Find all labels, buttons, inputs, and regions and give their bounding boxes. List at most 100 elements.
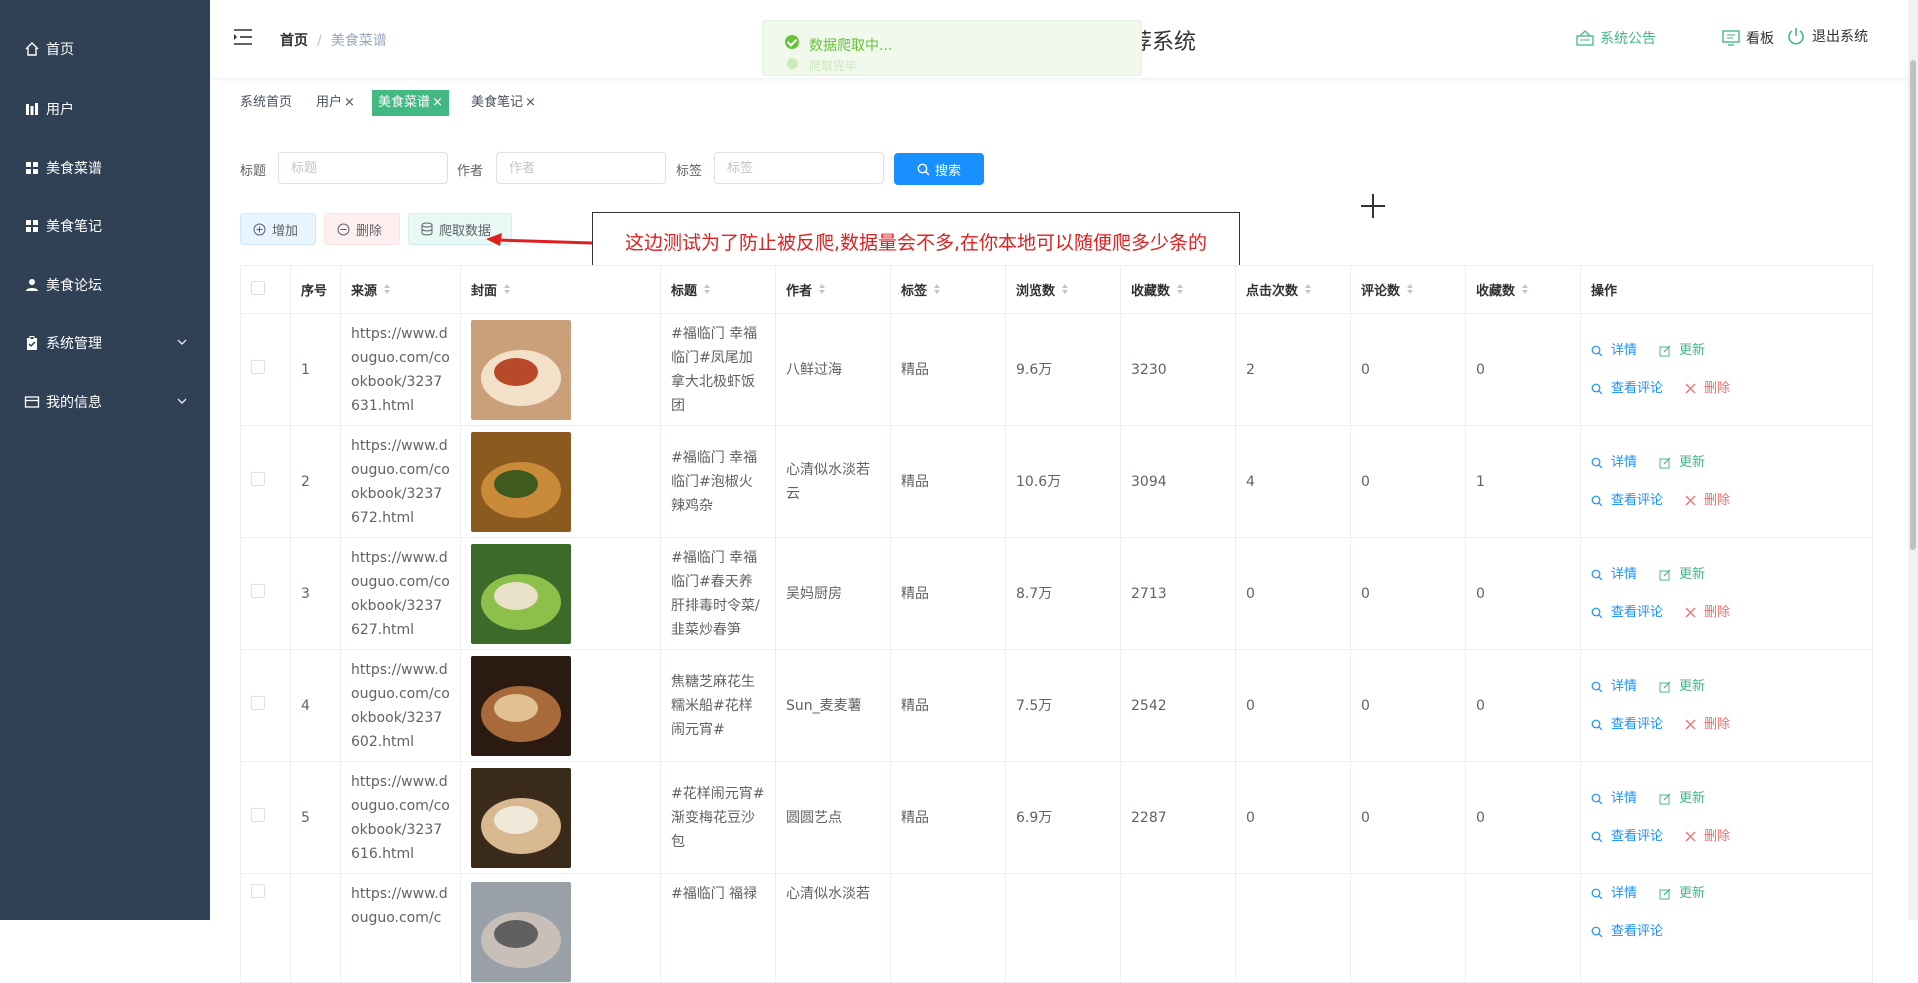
- header-tag[interactable]: 标签: [890, 265, 1006, 314]
- title-cell: #福临门 幸福临门#凤尾加拿大北极虾饭团: [660, 313, 776, 426]
- sidebar-item-system[interactable]: 系统管理: [0, 320, 210, 366]
- toast-ghost-message: 爬取完毕: [809, 59, 858, 73]
- header-author[interactable]: 作者: [775, 265, 891, 314]
- close-icon[interactable]: ×: [344, 95, 355, 110]
- sort-icon[interactable]: [1406, 283, 1414, 299]
- sort-icon[interactable]: [383, 283, 391, 299]
- header-favorites[interactable]: 收藏数: [1120, 265, 1236, 314]
- notice-button[interactable]: 系统公告: [1576, 28, 1656, 48]
- view-comments-button[interactable]: 查看评论: [1591, 601, 1663, 625]
- sidebar-item-forum[interactable]: 美食论坛: [0, 262, 210, 308]
- add-button[interactable]: 增加: [240, 213, 316, 245]
- page-scrollbar[interactable]: [1908, 0, 1918, 920]
- header-cover[interactable]: 封面: [460, 265, 661, 314]
- sort-icon[interactable]: [1061, 283, 1069, 299]
- close-icon[interactable]: ×: [432, 95, 443, 110]
- header-label: 评论数: [1361, 283, 1401, 299]
- row-checkbox[interactable]: [251, 471, 265, 486]
- header-title[interactable]: 标题: [660, 265, 776, 314]
- row-checkbox[interactable]: [251, 695, 265, 710]
- ops-cell: 详情 更新查看评论 删除: [1580, 313, 1873, 426]
- title-filter-label: 标题: [240, 164, 267, 179]
- update-label: 更新: [1679, 886, 1706, 901]
- sort-icon[interactable]: [1176, 283, 1184, 299]
- header-comments[interactable]: 评论数: [1350, 265, 1466, 314]
- menu-fold-icon[interactable]: [232, 28, 254, 46]
- cover-image[interactable]: [471, 431, 571, 532]
- breadcrumb-home[interactable]: 首页: [280, 33, 308, 49]
- tag-recipes[interactable]: 美食菜谱 ×: [372, 90, 449, 116]
- tag-input[interactable]: [714, 152, 884, 184]
- notice-label: 系统公告: [1600, 31, 1656, 47]
- detail-button[interactable]: 详情: [1591, 451, 1637, 475]
- logout-button[interactable]: 退出系统: [1786, 26, 1868, 46]
- header-label: 操作: [1591, 284, 1618, 299]
- cover-cell: [460, 761, 661, 874]
- remove-button[interactable]: 删除: [1685, 825, 1730, 849]
- update-button[interactable]: 更新: [1659, 451, 1705, 475]
- sort-icon[interactable]: [1304, 283, 1312, 299]
- detail-button[interactable]: 详情: [1591, 882, 1637, 906]
- tag-cell: 精品: [890, 313, 1006, 426]
- sidebar-item-home[interactable]: 首页: [0, 26, 210, 72]
- detail-button[interactable]: 详情: [1591, 563, 1637, 587]
- sort-icon[interactable]: [1521, 283, 1529, 299]
- sidebar-item-users[interactable]: 用户: [0, 86, 210, 132]
- sort-icon[interactable]: [818, 283, 826, 299]
- row-checkbox[interactable]: [251, 884, 265, 898]
- search-button[interactable]: 搜索: [894, 153, 984, 185]
- cover-image[interactable]: [471, 655, 571, 756]
- remove-button[interactable]: 删除: [1685, 601, 1730, 625]
- view-comments-button[interactable]: 查看评论: [1591, 489, 1663, 513]
- select-all-checkbox[interactable]: [251, 280, 265, 295]
- board-button[interactable]: 看板: [1722, 28, 1774, 48]
- view-comments-button[interactable]: 查看评论: [1591, 920, 1663, 944]
- favorites-cell: 2542: [1120, 649, 1236, 762]
- update-button[interactable]: 更新: [1659, 882, 1705, 906]
- update-button[interactable]: 更新: [1659, 675, 1705, 699]
- view-comments-button[interactable]: 查看评论: [1591, 825, 1663, 849]
- scrollbar-thumb[interactable]: [1910, 60, 1916, 550]
- source-text: https://www.douguo.com/cookbook/3237627.…: [351, 549, 450, 638]
- search-icon: [1591, 569, 1607, 581]
- close-icon[interactable]: ×: [525, 95, 536, 110]
- detail-button[interactable]: 详情: [1591, 339, 1637, 363]
- title-input[interactable]: [278, 152, 448, 184]
- sort-icon[interactable]: [703, 283, 711, 299]
- close-icon: [1685, 383, 1700, 394]
- comments-cell: 0: [1350, 425, 1466, 538]
- detail-button[interactable]: 详情: [1591, 787, 1637, 811]
- author-input[interactable]: [496, 152, 666, 184]
- cover-image[interactable]: [471, 767, 571, 868]
- cover-image[interactable]: [471, 543, 571, 644]
- sidebar-item-my-info[interactable]: 我的信息: [0, 379, 210, 425]
- update-button[interactable]: 更新: [1659, 339, 1705, 363]
- sort-icon[interactable]: [933, 283, 941, 299]
- update-button[interactable]: 更新: [1659, 787, 1705, 811]
- sort-icon[interactable]: [503, 283, 511, 299]
- tag-notes[interactable]: 美食笔记 ×: [465, 90, 542, 116]
- delete-button[interactable]: 删除: [324, 213, 400, 245]
- view-comments-button[interactable]: 查看评论: [1591, 377, 1663, 401]
- sidebar-item-recipes[interactable]: 美食菜谱: [0, 145, 210, 191]
- header-favorites2[interactable]: 收藏数: [1465, 265, 1581, 314]
- cover-image[interactable]: [471, 319, 571, 420]
- tag-users[interactable]: 用户 ×: [310, 90, 361, 116]
- update-button[interactable]: 更新: [1659, 563, 1705, 587]
- search-icon: [1591, 831, 1607, 843]
- header-views[interactable]: 浏览数: [1005, 265, 1121, 314]
- cover-image[interactable]: [471, 882, 571, 982]
- remove-button[interactable]: 删除: [1685, 713, 1730, 737]
- sidebar-item-notes[interactable]: 美食笔记: [0, 203, 210, 249]
- remove-button[interactable]: 删除: [1685, 489, 1730, 513]
- tag-home[interactable]: 系统首页: [234, 90, 298, 116]
- chevron-down-icon: [176, 395, 188, 411]
- remove-button[interactable]: 删除: [1685, 377, 1730, 401]
- view-comments-button[interactable]: 查看评论: [1591, 713, 1663, 737]
- header-source[interactable]: 来源: [340, 265, 461, 314]
- header-clicks[interactable]: 点击次数: [1235, 265, 1351, 314]
- detail-button[interactable]: 详情: [1591, 675, 1637, 699]
- row-checkbox[interactable]: [251, 583, 265, 598]
- row-checkbox[interactable]: [251, 359, 265, 374]
- row-checkbox[interactable]: [251, 807, 265, 822]
